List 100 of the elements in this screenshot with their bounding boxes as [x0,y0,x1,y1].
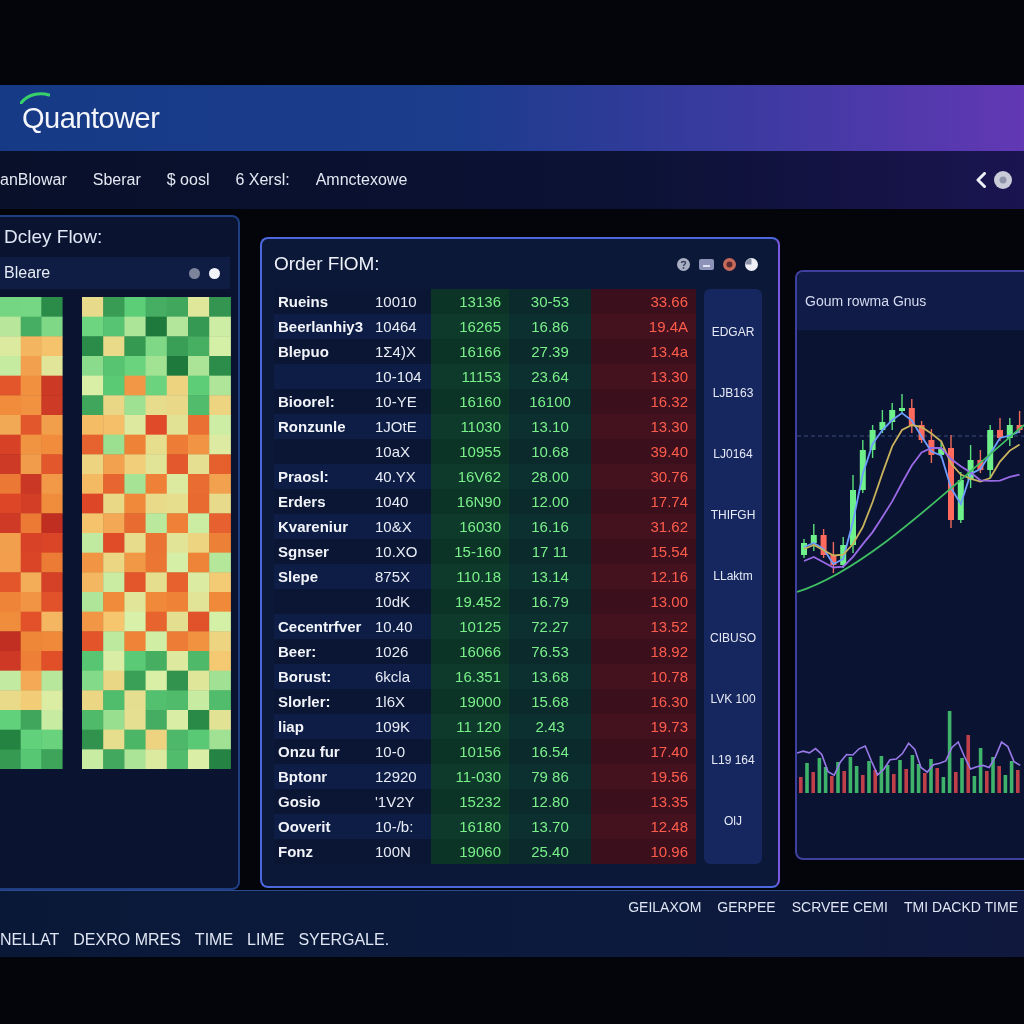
table-cell: 16.54 [509,739,591,764]
swoosh-icon [20,91,50,104]
volume-bar [904,769,908,793]
candle [987,424,994,479]
row-label: Onzu fur [274,739,369,764]
table-cell: 16.16 [509,514,591,539]
row-label: Praosl: [274,464,369,489]
table-cell: 10955 [431,439,509,464]
table-cell: 30.76 [591,464,696,489]
table-cell: 17 11 [509,539,591,564]
candle [801,538,807,559]
table-cell: 13.10 [509,414,591,439]
volume-bar [997,766,1001,793]
volume-bar [960,758,964,793]
row-label: Slepe [274,564,369,589]
volume-bar [805,763,809,793]
nav-link[interactable]: Amnctexowe [315,171,408,189]
table-cell: 10aX [369,439,431,464]
nav-link[interactable]: $ oosl [166,171,210,189]
candle [859,439,866,494]
volume-bar [1016,770,1020,793]
table-cell: 13.30 [591,364,696,389]
volume-bar [898,760,902,793]
volume-bar [873,770,877,793]
table-cell: 10&X [369,514,431,539]
row-label: Slorler: [274,689,369,714]
table-cell: 30-53 [509,289,591,314]
dot-icon[interactable] [209,267,220,279]
table-cell: 2.43 [509,714,591,739]
row-label: Ronzunle [274,414,369,439]
table-cell: 10-/b: [369,814,431,839]
table-cell: 11-030 [431,764,509,789]
panel-subtitle: Bleare [4,264,51,282]
status-item: TMI DACKD TIME [903,899,1018,915]
table-cell: 1Σ4)X [369,339,431,364]
side-label: THIFGH [710,508,756,523]
candle [1006,417,1013,447]
window-icon[interactable] [699,258,714,270]
table-cell: 23.64 [509,364,591,389]
pie-chart-icon[interactable] [745,257,758,271]
table-cell: 11030 [431,414,509,439]
volume-bar [867,761,871,793]
table-cell: 110.18 [431,564,509,589]
table-cell: 10156 [431,739,509,764]
panel-title: Order FlOM: [274,253,380,275]
table-cell: 31.62 [591,514,696,539]
logo-text: Quantower [22,101,160,134]
table-cell: 19.4A [591,314,696,339]
table-cell: 10464 [369,314,431,339]
row-label: Kvareniur [274,514,369,539]
candle [908,398,915,434]
candle [869,424,876,459]
table-cell: 10.XO [369,539,431,564]
table-cell: 16100 [509,389,591,414]
side-label: EDGAR [711,324,755,339]
table-cell: 16N90 [431,489,509,514]
table-cell: 16V62 [431,464,509,489]
table-cell: 13.00 [591,589,696,614]
candle [840,536,847,569]
table-cell: 12.80 [509,789,591,814]
volume-bar [830,776,834,793]
side-label: CIBUSO [710,630,756,645]
help-icon[interactable] [677,257,690,271]
table-cell: 13136 [431,289,509,314]
nav-link[interactable]: 6 Xersl: [235,171,290,189]
volume-bar [966,735,970,793]
table-cell: 13.14 [509,564,591,589]
row-label: Bioorel: [274,389,369,414]
table-cell: 12.48 [591,814,696,839]
table-cell: 10010 [369,289,431,314]
table-cell: 12.00 [509,489,591,514]
circle-icon[interactable] [994,171,1012,189]
record-icon[interactable] [723,257,736,271]
table-cell: 16160 [431,389,509,414]
candle [830,541,837,574]
table-cell: 15.68 [509,689,591,714]
table-cell: 27.39 [509,339,591,364]
table-cell: 100N [369,839,431,864]
panel-title: Dcley Flow: [3,225,104,249]
table-cell: 13.68 [509,664,591,689]
volume-bar [799,777,803,793]
table-cell: 19.73 [591,714,696,739]
row-label: Bptonr [274,764,369,789]
nav-link[interactable]: anBlowar [0,171,67,189]
table-cell: 1040 [369,489,431,514]
table-cell: 109K [369,714,431,739]
dot-icon[interactable] [189,267,200,279]
table-cell: 17.74 [591,489,696,514]
row-label: Rueins [274,289,369,314]
table-cell: 13.30 [591,414,696,439]
volume-bar [811,772,815,793]
nav-link[interactable]: Sberar [92,171,141,189]
table-cell: 10-YE [369,389,431,414]
row-label: Borust: [274,664,369,689]
table-cell: 13.4a [591,339,696,364]
chevron-left-icon[interactable] [976,172,986,188]
status-item: SYERGALE. [298,931,390,949]
candle [820,528,827,559]
table-cell: 39.40 [591,439,696,464]
candle [918,420,925,444]
